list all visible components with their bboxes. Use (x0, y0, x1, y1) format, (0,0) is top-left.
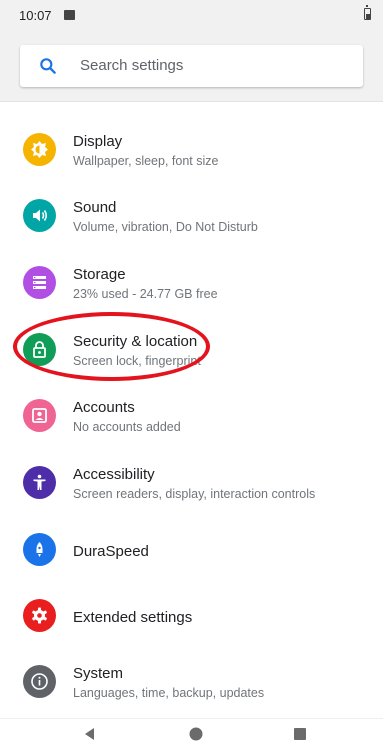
settings-item-accounts[interactable]: Accounts No accounts added (0, 383, 383, 449)
volume-icon (23, 199, 56, 232)
item-title: Security & location (73, 333, 198, 350)
item-summary: Screen lock, fingerprint (73, 354, 201, 368)
item-summary: No accounts added (73, 420, 181, 434)
battery-icon (364, 5, 371, 20)
info-icon (23, 665, 56, 698)
item-title: Storage (73, 266, 126, 283)
gear-icon (23, 599, 56, 632)
item-title: Display (73, 133, 123, 150)
settings-item-display[interactable]: Display Wallpaper, sleep, font size (0, 117, 383, 183)
brightness-icon (23, 133, 56, 166)
storage-icon (23, 266, 56, 299)
item-title: System (73, 665, 124, 682)
item-summary: Languages, time, backup, updates (73, 686, 265, 700)
status-time: 10:07 (19, 8, 52, 23)
home-icon[interactable] (188, 726, 204, 742)
settings-item-duraspeed[interactable]: DuraSpeed (0, 517, 383, 583)
account-icon (23, 399, 56, 432)
search-input[interactable]: Search settings (20, 45, 363, 87)
settings-item-security[interactable]: Security & location Screen lock, fingerp… (0, 317, 383, 383)
item-summary: Wallpaper, sleep, font size (73, 154, 219, 168)
back-icon[interactable] (82, 726, 98, 742)
item-title: Extended settings (73, 609, 193, 626)
navigation-bar (0, 718, 383, 748)
item-summary: 23% used - 24.77 GB free (73, 287, 218, 301)
search-icon (40, 58, 56, 74)
item-title: Accounts (73, 399, 135, 416)
settings-item-sound[interactable]: Sound Volume, vibration, Do Not Disturb (0, 183, 383, 249)
recents-icon[interactable] (292, 726, 308, 742)
settings-item-extended[interactable]: Extended settings (0, 583, 383, 649)
settings-item-accessibility[interactable]: Accessibility Screen readers, display, i… (0, 450, 383, 516)
accessibility-icon (23, 466, 56, 499)
settings-item-system[interactable]: System Languages, time, backup, updates (0, 649, 383, 715)
search-header: Search settings (0, 30, 383, 102)
search-placeholder: Search settings (80, 57, 184, 74)
settings-item-storage[interactable]: Storage 23% used - 24.77 GB free (0, 250, 383, 316)
item-title: Accessibility (73, 466, 155, 483)
item-summary: Volume, vibration, Do Not Disturb (73, 220, 258, 234)
item-title: Sound (73, 199, 117, 216)
item-summary: Screen readers, display, interaction con… (73, 487, 316, 501)
rocket-icon (23, 533, 56, 566)
item-title: DuraSpeed (73, 543, 149, 560)
status-bar: 10:07 (0, 0, 383, 30)
image-icon (64, 10, 75, 20)
lock-icon (23, 333, 56, 366)
